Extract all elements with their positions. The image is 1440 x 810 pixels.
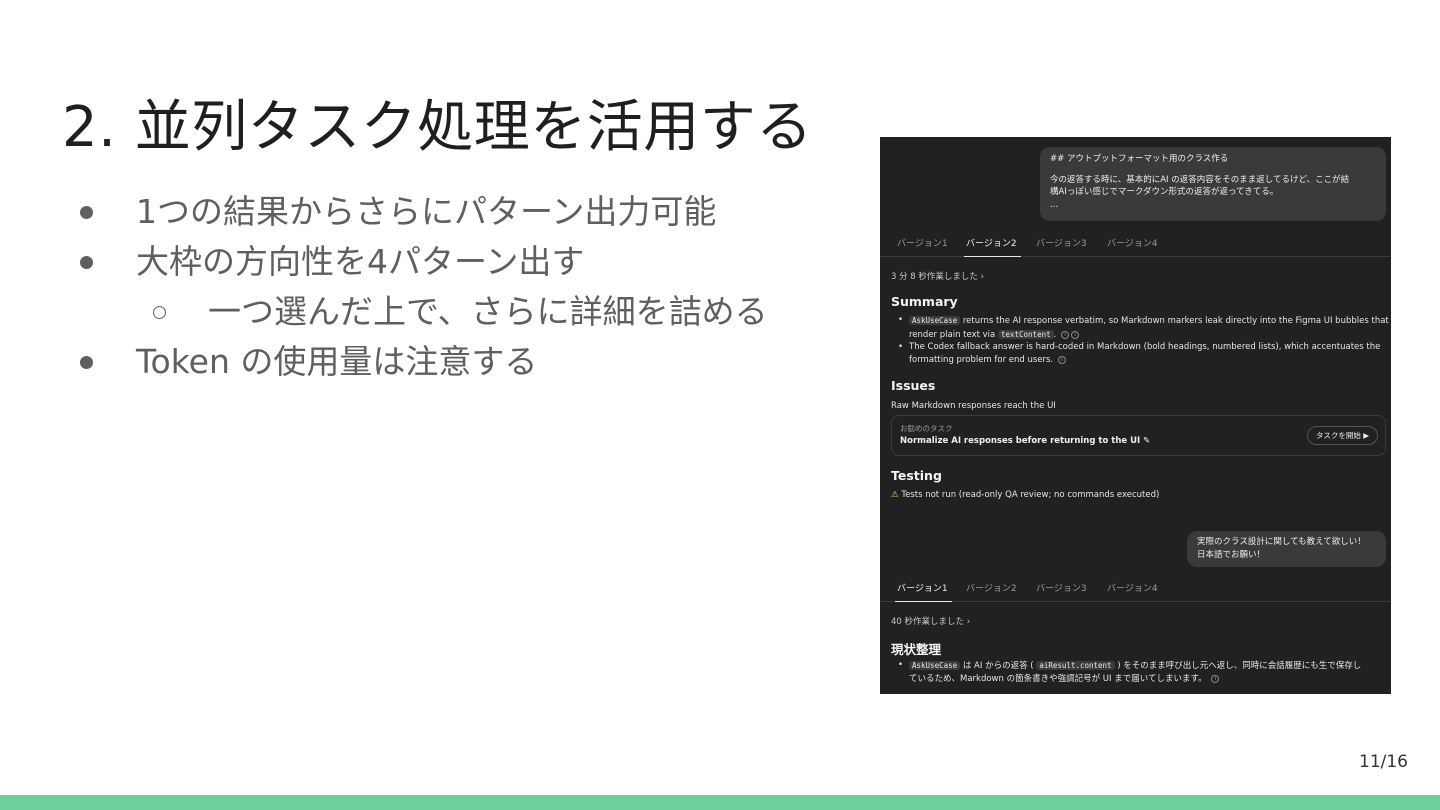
worked-duration-text: 3 分 8 秒作業しました bbox=[891, 272, 978, 282]
message-line: ... bbox=[1050, 199, 1059, 210]
chevron-right-icon: › bbox=[980, 272, 985, 282]
inline-code: aiResult.content bbox=[1036, 661, 1115, 670]
bullet-list: 1つの結果からさらにパターン出力可能 大枠の方向性を4パターン出す 一つ選んだ上… bbox=[80, 190, 800, 390]
message-line: 今の返答する時に、基本的にAI の返答内容をそのまま返してるけど、ここが結 bbox=[1050, 174, 1350, 185]
inline-code: AskUseCase bbox=[909, 316, 961, 325]
status-heading: 現状整理 bbox=[891, 642, 942, 657]
summary-text: render plain text via bbox=[909, 330, 996, 340]
start-task-button[interactable]: タスクを開始 ▶ bbox=[1306, 426, 1378, 445]
tab-version-4[interactable]: バージョン4 bbox=[1107, 581, 1158, 601]
sub-bullet-item: 一つ選んだ上で、さらに詳細を詰める bbox=[80, 290, 800, 340]
bullet-dot-icon: • bbox=[898, 342, 904, 352]
bullet-text: 1つの結果からさらにパターン出力可能 bbox=[136, 192, 717, 231]
warning-icon: ⚠ bbox=[891, 490, 899, 500]
summary-text: The Codex fallback answer is hard-coded … bbox=[909, 342, 1381, 352]
issues-text: Raw Markdown responses reach the UI bbox=[891, 401, 1056, 411]
testing-heading: Testing bbox=[891, 468, 942, 483]
summary-text: formatting problem for end users. bbox=[909, 355, 1054, 365]
tab-version-2[interactable]: バージョン2 bbox=[966, 581, 1017, 601]
citation-icon[interactable]: i bbox=[1071, 330, 1080, 339]
user-message-bubble: 実際のクラス設計に関しても教えて欲しい！ 日本語でお願い！ bbox=[1187, 531, 1386, 567]
status-text: は AI からの返答 ( bbox=[962, 661, 1034, 671]
issues-heading: Issues bbox=[891, 378, 936, 393]
testing-status: ⚠ Tests not run (read-only QA review; no… bbox=[891, 490, 1159, 500]
bullet-item: 大枠の方向性を4パターン出す bbox=[80, 240, 800, 290]
user-message-bubble: ## アウトプットフォーマット用のクラス作る 今の返答する時に、基本的にAI の… bbox=[1040, 147, 1386, 221]
summary-item: • AskUseCase returns the AI response ver… bbox=[898, 315, 1389, 340]
bullet-dot-icon bbox=[80, 356, 93, 369]
embedded-chat-screenshot: ## アウトプットフォーマット用のクラス作る 今の返答する時に、基本的にAI の… bbox=[880, 137, 1391, 694]
bullet-circle-icon bbox=[153, 306, 166, 319]
citation-icon[interactable]: i bbox=[1211, 674, 1220, 683]
status-item: • AskUseCase は AI からの返答 ( aiResult.conte… bbox=[898, 659, 1384, 686]
bullet-text: 大枠の方向性を4パターン出す bbox=[136, 242, 585, 281]
suggested-task-card[interactable]: お勧めのタスク Normalize AI responses before re… bbox=[891, 415, 1386, 456]
testing-text: Tests not run (read-only QA review; no c… bbox=[901, 490, 1160, 500]
bullet-item: Token の使用量は注意する bbox=[80, 340, 800, 390]
bottom-accent-bar bbox=[0, 795, 1440, 810]
pencil-icon[interactable]: ✎ bbox=[1143, 436, 1150, 446]
tab-version-4[interactable]: バージョン4 bbox=[1107, 236, 1158, 256]
tab-version-3[interactable]: バージョン3 bbox=[1036, 581, 1087, 601]
inline-code: textContent bbox=[997, 330, 1054, 339]
bullet-dot-icon: • bbox=[898, 315, 904, 325]
page-number: 11/16 bbox=[1359, 752, 1408, 772]
version-tabs-bottom: バージョン1 バージョン2 バージョン3 バージョン4 bbox=[880, 578, 1391, 602]
sub-bullet-text: 一つ選んだ上で、さらに詳細を詰める bbox=[208, 292, 768, 331]
status-text: ているため、Markdown の箇条書きや強調記号が UI まで届いてしまいます… bbox=[909, 674, 1207, 684]
version-tabs-top: バージョン1 バージョン2 バージョン3 バージョン4 bbox=[880, 233, 1391, 257]
message-line: 構AIっぽい感じでマークダウン形式の返答が返ってきてる。 bbox=[1050, 187, 1279, 197]
task-title: Normalize AI responses before returning … bbox=[900, 436, 1141, 446]
summary-text: returns the AI response verbatim, so Mar… bbox=[962, 316, 1389, 326]
message-line: 実際のクラス設計に関しても教えて欲しい！ bbox=[1197, 537, 1366, 547]
citation-icon[interactable]: i bbox=[1061, 330, 1070, 339]
status-text: ) をそのまま呼び出し元へ返し、同時に会話履歴にも生で保存し bbox=[1117, 661, 1362, 671]
bullet-text: Token の使用量は注意する bbox=[136, 342, 538, 381]
worked-duration-text: 40 秒作業しました bbox=[891, 617, 965, 627]
tab-version-2[interactable]: バージョン2 bbox=[964, 236, 1021, 257]
tab-version-1[interactable]: バージョン1 bbox=[897, 236, 948, 256]
play-icon: ▶ bbox=[1363, 431, 1369, 440]
worked-duration-toggle[interactable]: 40 秒作業しました › bbox=[891, 615, 970, 627]
start-task-label: タスクを開始 bbox=[1315, 431, 1361, 440]
task-label: お勧めのタスク bbox=[900, 424, 953, 433]
inline-code: AskUseCase bbox=[909, 661, 961, 670]
summary-item: • The Codex fallback answer is hard-code… bbox=[898, 341, 1384, 367]
tab-version-1[interactable]: バージョン1 bbox=[895, 581, 952, 602]
worked-duration-toggle[interactable]: 3 分 8 秒作業しました › bbox=[891, 270, 984, 282]
summary-heading: Summary bbox=[891, 294, 958, 309]
bullet-dot-icon bbox=[80, 256, 93, 269]
tab-version-3[interactable]: バージョン3 bbox=[1036, 236, 1087, 256]
citation-icon[interactable]: i bbox=[1057, 355, 1066, 364]
message-line: ## アウトプットフォーマット用のクラス作る bbox=[1050, 154, 1229, 164]
slide-title: 2. 並列タスク処理を活用する bbox=[62, 95, 813, 160]
bullet-dot-icon: • bbox=[898, 660, 904, 670]
bullet-dot-icon bbox=[80, 206, 93, 219]
message-line: 日本語でお願い！ bbox=[1197, 549, 1266, 560]
chevron-right-icon: › bbox=[966, 617, 971, 627]
bullet-item: 1つの結果からさらにパターン出力可能 bbox=[80, 190, 800, 240]
